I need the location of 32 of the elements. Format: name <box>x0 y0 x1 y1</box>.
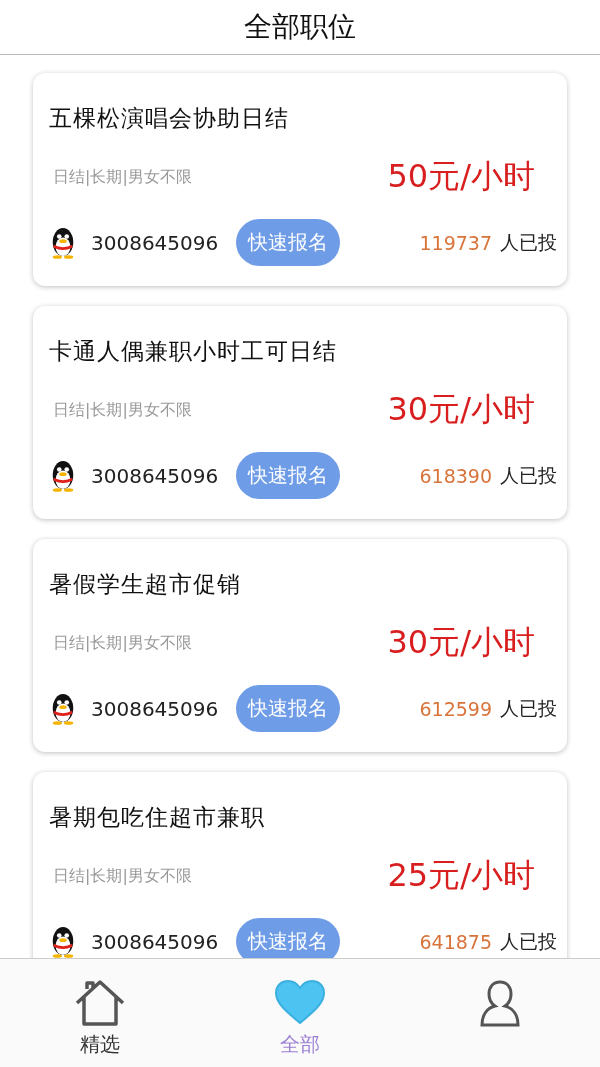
applicant-count: 612599 <box>419 697 492 720</box>
contact-number: 3008645096 <box>91 696 219 721</box>
job-tags: 日结|长期|男女不限 <box>53 399 192 421</box>
page-title: 全部职位 <box>244 9 356 45</box>
pay-rate: 50元/小时 <box>387 156 535 197</box>
contact-number: 3008645096 <box>91 463 219 488</box>
applicant-label: 人已投 <box>500 695 557 721</box>
applicant-count: 641875 <box>419 930 492 953</box>
job-title: 卡通人偶兼职小时工可日结 <box>49 337 338 366</box>
job-card[interactable]: 五棵松演唱会协助日结 日结|长期|男女不限 50元/小时 3008645096 快速报名 119737 人已投 <box>33 73 567 286</box>
contact-number: 3008645096 <box>91 929 219 954</box>
job-title: 暑假学生超市促销 <box>49 570 242 599</box>
job-card[interactable]: 暑假学生超市促销 日结|长期|男女不限 30元/小时 3008645096 快速报名 612599 人已投 <box>33 539 567 752</box>
pay-rate: 30元/小时 <box>387 622 535 663</box>
job-card[interactable]: 卡通人偶兼职小时工可日结 日结|长期|男女不限 30元/小时 3008645096 快速报名 618390 人已投 <box>33 306 567 519</box>
applicant-count: 119737 <box>419 231 492 254</box>
applicant-label: 人已投 <box>500 229 557 255</box>
contact-number: 3008645096 <box>91 230 219 255</box>
job-card[interactable]: 暑期包吃住超市兼职 日结|长期|男女不限 25元/小时 3008645096 快速报名 641875 人已投 <box>33 772 567 958</box>
applicant-count: 618390 <box>419 464 492 487</box>
pay-rate: 30元/小时 <box>387 389 535 430</box>
job-title: 五棵松演唱会协助日结 <box>49 104 290 133</box>
applicant-label: 人已投 <box>500 462 557 488</box>
job-tags: 日结|长期|男女不限 <box>53 632 192 654</box>
job-title: 暑期包吃住超市兼职 <box>49 803 266 832</box>
heart-icon <box>273 979 327 1027</box>
home-icon <box>73 979 127 1027</box>
job-tags: 日结|长期|男女不限 <box>53 166 192 188</box>
tab-item[interactable]: 精选 <box>0 959 200 1067</box>
pay-rate: 25元/小时 <box>387 855 535 896</box>
job-tags: 日结|长期|男女不限 <box>53 865 192 887</box>
applicant-label: 人已投 <box>500 928 557 954</box>
